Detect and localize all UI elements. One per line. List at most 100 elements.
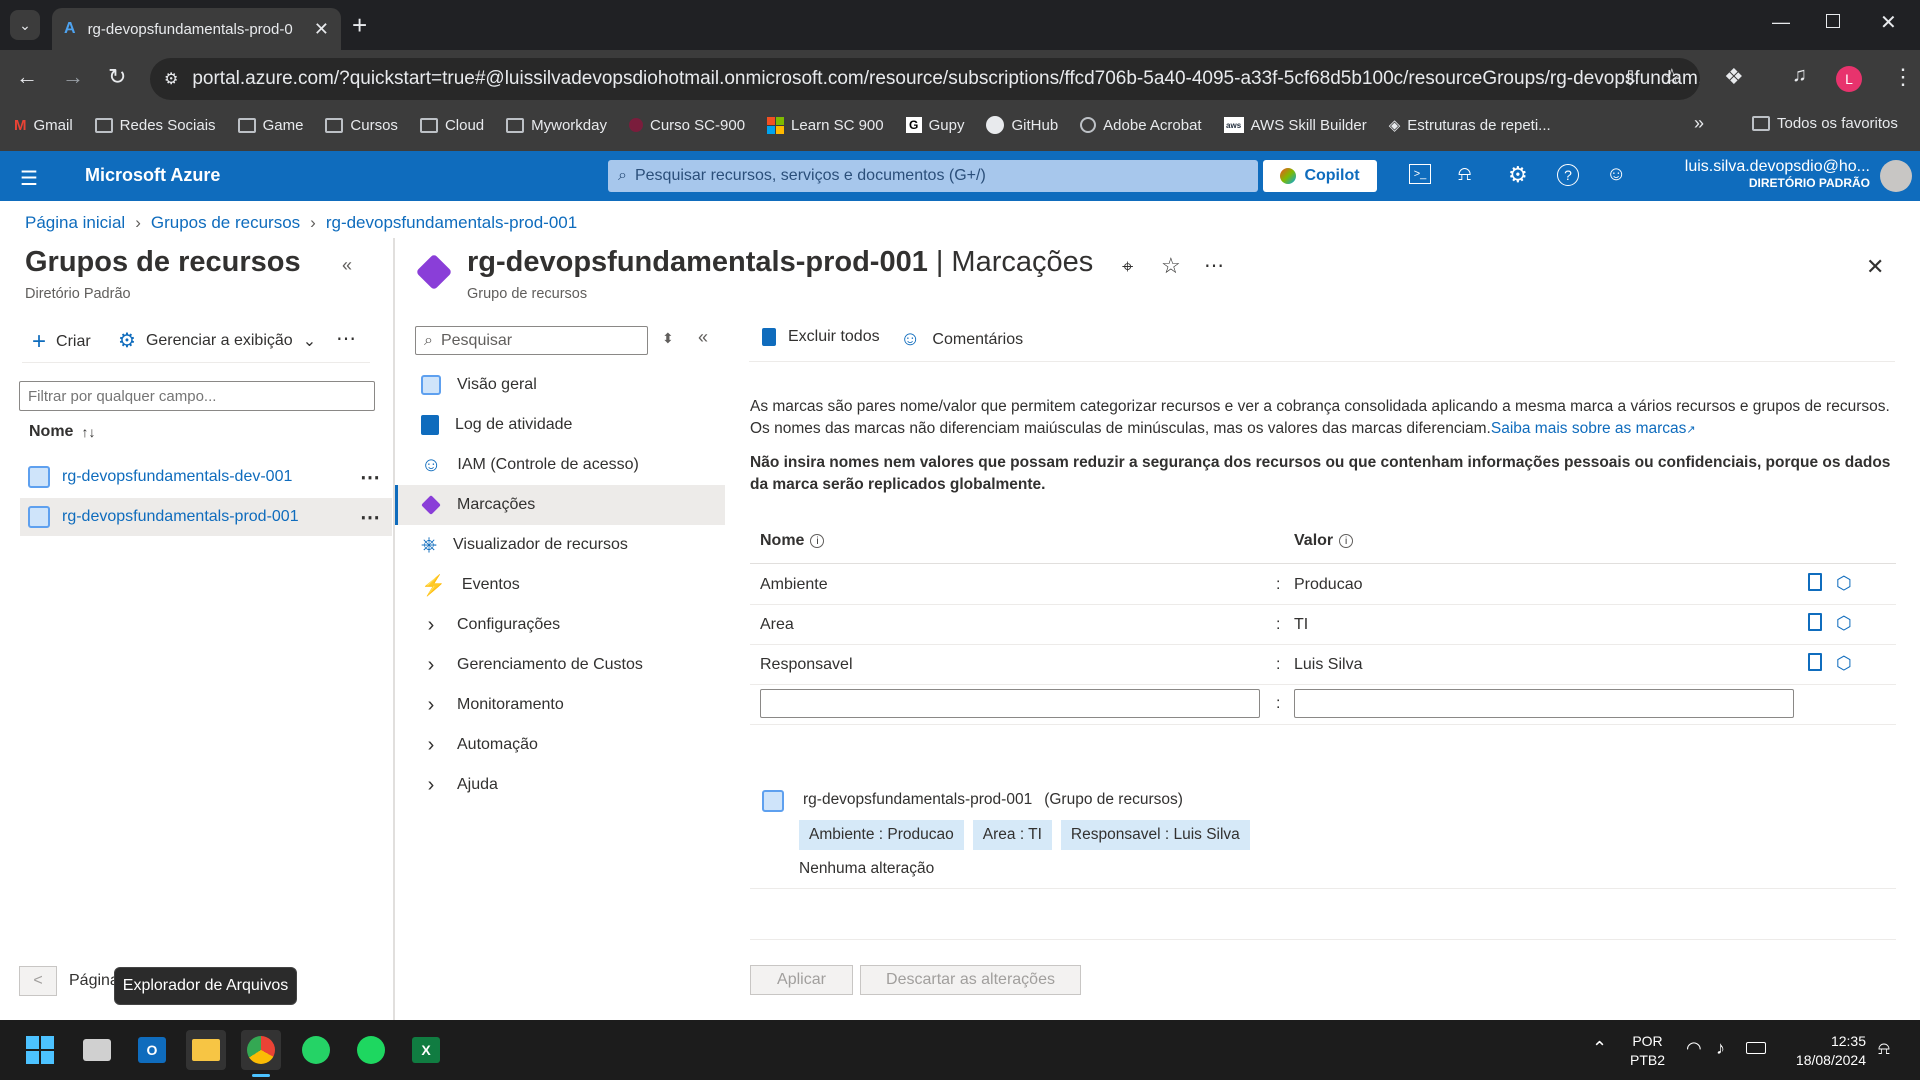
tag-name[interactable]: Area	[760, 616, 794, 634]
discard-button[interactable]: Descartar as alterações	[860, 965, 1081, 995]
collapse-left-icon[interactable]: «	[342, 255, 352, 276]
menu-item-resource-visualizer[interactable]: ⎈ Visualizador de recursos	[395, 525, 725, 565]
user-account[interactable]: luis.silva.devopsdio@ho... DIRETÓRIO PAD…	[1660, 158, 1870, 190]
chrome-icon[interactable]	[241, 1030, 281, 1070]
favorite-star-icon[interactable]: ☆	[1161, 253, 1181, 279]
manage-view-button[interactable]: ⚙ Gerenciar a exibição ⌄	[118, 328, 316, 353]
menu-item-automation[interactable]: › Automação	[395, 725, 725, 765]
learn-more-link[interactable]: Saiba mais sobre as marcas	[1491, 420, 1687, 437]
collapse-menu-icon[interactable]: «	[698, 327, 708, 348]
delete-icon[interactable]	[1808, 613, 1822, 631]
profile-avatar[interactable]: L	[1836, 66, 1862, 92]
menu-item-overview[interactable]: Visão geral	[395, 365, 725, 405]
breadcrumb-home[interactable]: Página inicial	[25, 213, 125, 233]
menu-item-help[interactable]: › Ajuda	[395, 765, 725, 805]
bookmark-adobe[interactable]: Adobe Acrobat	[1080, 117, 1202, 134]
more-actions-icon[interactable]: ⋯	[336, 326, 356, 351]
menu-search-input[interactable]: ⌕ Pesquisar	[415, 326, 648, 355]
spotify-icon[interactable]	[351, 1030, 391, 1070]
install-app-icon[interactable]: ⇩	[1622, 66, 1639, 91]
hamburger-menu-icon[interactable]: ☰	[20, 166, 38, 191]
menu-item-iam[interactable]: ☺ IAM (Controle de acesso)	[395, 445, 725, 485]
reload-icon[interactable]: ↻	[108, 64, 126, 90]
menu-item-cost-management[interactable]: › Gerenciamento de Custos	[395, 645, 725, 685]
bookmarks-overflow-icon[interactable]: »	[1694, 113, 1704, 134]
extensions-icon[interactable]: ❖	[1724, 64, 1744, 90]
forward-icon[interactable]: →	[62, 64, 84, 90]
browser-menu-icon[interactable]: ⋮	[1892, 64, 1914, 90]
bookmark-github[interactable]: GitHub	[986, 116, 1058, 134]
address-bar[interactable]: ⚙ portal.azure.com/?quickstart=true#@lui…	[150, 58, 1700, 100]
delete-icon[interactable]	[1808, 653, 1822, 671]
info-icon[interactable]: i	[1339, 534, 1354, 548]
new-tag-name-input[interactable]	[760, 689, 1260, 718]
task-view-icon[interactable]	[77, 1030, 117, 1070]
bookmark-curso-sc900[interactable]: Curso SC-900	[629, 117, 745, 134]
cube-icon[interactable]: ⬡	[1836, 573, 1852, 594]
close-tab-icon[interactable]: ✕	[314, 19, 329, 40]
bookmark-cursos[interactable]: Cursos	[325, 117, 398, 134]
menu-item-events[interactable]: ⚡ Eventos	[395, 565, 725, 605]
battery-icon[interactable]	[1746, 1042, 1766, 1054]
settings-icon[interactable]: ⚙	[1508, 162, 1528, 188]
clock[interactable]: 12:35 18/08/2024	[1786, 1032, 1866, 1070]
site-settings-icon[interactable]: ⚙	[164, 69, 178, 89]
notification-bell-icon[interactable]: ⍾	[1878, 1038, 1890, 1059]
azure-brand[interactable]: Microsoft Azure	[85, 165, 220, 186]
tab-list-button[interactable]: ⌄	[10, 10, 40, 40]
more-icon[interactable]: ⋯	[360, 505, 380, 530]
bookmark-cloud[interactable]: Cloud	[419, 117, 484, 134]
breadcrumb-resource-groups[interactable]: Grupos de recursos	[151, 213, 300, 233]
notifications-icon[interactable]: ⍾	[1458, 163, 1471, 186]
browser-tab[interactable]: A rg-devopsfundamentals-prod-0 ✕	[52, 8, 341, 50]
bookmark-gupy[interactable]: G Gupy	[905, 117, 964, 134]
bookmark-gmail[interactable]: M Gmail	[14, 117, 73, 134]
back-icon[interactable]: ←	[16, 64, 38, 90]
tag-name[interactable]: Ambiente	[760, 576, 828, 594]
copilot-button[interactable]: Copilot	[1263, 160, 1377, 192]
new-tab-button[interactable]: +	[352, 10, 367, 41]
prev-page-button[interactable]: <	[19, 966, 57, 996]
tag-value[interactable]: Producao	[1294, 576, 1363, 594]
help-icon[interactable]: ?	[1557, 164, 1579, 186]
excel-icon[interactable]: X	[406, 1030, 446, 1070]
global-search-input[interactable]: ⌕ Pesquisar recursos, serviços e documen…	[608, 160, 1258, 192]
menu-item-monitoring[interactable]: › Monitoramento	[395, 685, 725, 725]
bookmark-myworkday[interactable]: Myworkday	[506, 117, 607, 134]
tray-overflow-icon[interactable]: ⌃	[1592, 1038, 1607, 1059]
apply-button[interactable]: Aplicar	[750, 965, 853, 995]
media-icon[interactable]: ♫	[1792, 64, 1807, 87]
bookmark-aws[interactable]: aws AWS Skill Builder	[1223, 117, 1367, 134]
whatsapp-icon[interactable]	[296, 1030, 336, 1070]
minimize-button[interactable]: —	[1772, 12, 1790, 33]
restore-button[interactable]	[1826, 14, 1840, 28]
file-explorer-icon[interactable]	[186, 1030, 226, 1070]
volume-icon[interactable]: ♪	[1716, 1038, 1725, 1059]
name-column-header[interactable]: Nome ↑↓	[29, 423, 95, 441]
menu-sort-icon[interactable]: ⬍	[662, 330, 674, 347]
bookmark-estruturas[interactable]: ◈ Estruturas de repeti...	[1389, 116, 1551, 135]
filter-input[interactable]	[19, 381, 375, 411]
list-item[interactable]: rg-devopsfundamentals-prod-001 ⋯	[20, 498, 392, 536]
bookmark-star-icon[interactable]: ☆	[1662, 64, 1682, 90]
delete-all-button[interactable]: Excluir todos	[762, 328, 880, 346]
close-blade-icon[interactable]: ✕	[1866, 254, 1884, 280]
blade-more-icon[interactable]: ⋯	[1204, 253, 1224, 278]
bookmark-game[interactable]: Game	[237, 117, 303, 134]
menu-item-settings[interactable]: › Configurações	[395, 605, 725, 645]
create-button[interactable]: + Criar	[32, 328, 91, 356]
user-avatar[interactable]	[1880, 160, 1912, 192]
feedback-icon[interactable]: ☺	[1606, 163, 1626, 186]
cube-icon[interactable]: ⬡	[1836, 613, 1852, 634]
breadcrumb-current[interactable]: rg-devopsfundamentals-prod-001	[326, 213, 577, 233]
tag-value[interactable]: Luis Silva	[1294, 656, 1362, 674]
menu-item-tags[interactable]: Marcações	[395, 485, 725, 525]
list-item[interactable]: rg-devopsfundamentals-dev-001 ⋯	[20, 458, 392, 496]
new-tag-value-input[interactable]	[1294, 689, 1794, 718]
tag-value[interactable]: TI	[1294, 616, 1308, 634]
input-language[interactable]: POR PTB2	[1630, 1032, 1665, 1070]
windows-start-icon[interactable]	[20, 1030, 60, 1070]
cloud-shell-icon[interactable]: >_	[1409, 164, 1431, 184]
bookmark-learn-sc900[interactable]: Learn SC 900	[767, 116, 884, 134]
tag-name[interactable]: Responsavel	[760, 656, 853, 674]
